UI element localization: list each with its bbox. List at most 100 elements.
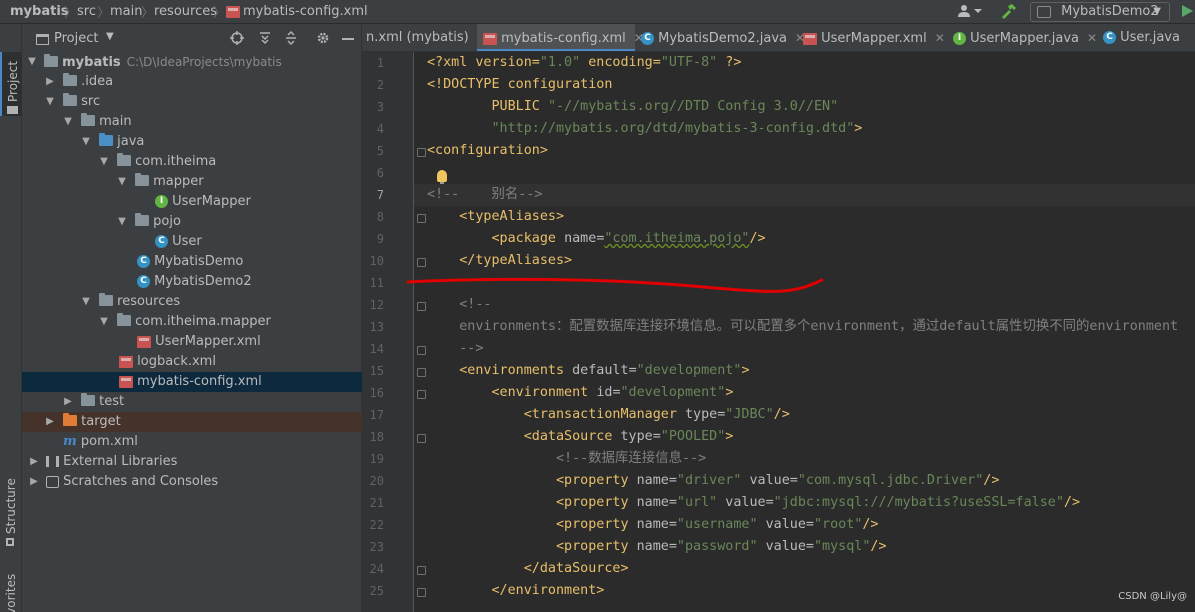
tab-module-xml[interactable]: n.xml (mybatis) [362, 24, 475, 51]
tree-item-mybatis-config-xml[interactable]: mybatis-config.xml [22, 372, 362, 392]
class-icon: C [1103, 31, 1116, 44]
tree-item-com-itheima-mapper[interactable]: ▼ com.itheima.mapper [22, 312, 362, 332]
close-icon[interactable]: ✕ [935, 31, 945, 45]
fold-marker-icon[interactable] [417, 368, 426, 377]
code-editor[interactable]: 1 2 3 4 5 6 7 8 9 10 11 12 13 14 15 16 17 18 19 20 21 22 23 24 2… [362, 52, 1195, 612]
user-menu-icon[interactable] [957, 3, 983, 21]
code-token: "url" [676, 495, 718, 510]
tab-usermapper-xml[interactable]: UserMapper.xml ✕ [797, 24, 947, 51]
code-token: "development" [636, 363, 742, 378]
chevron-down-icon: ▼ [28, 56, 36, 67]
tab-mybatisdemo2-java[interactable]: C MybatisDemo2.java ✕ [635, 24, 805, 51]
build-hammer-icon[interactable] [1000, 3, 1018, 21]
tree-item-mapper[interactable]: ▼ mapper [22, 172, 362, 192]
code-token: <transactionManager [427, 407, 685, 422]
code-token: /> [773, 407, 790, 422]
tree-label: target [81, 414, 121, 429]
tab-usermapper-java[interactable]: I UserMapper.java ✕ [947, 24, 1097, 51]
lightbulb-icon[interactable] [437, 170, 447, 185]
breadcrumb-resources[interactable]: resources [154, 3, 217, 21]
tree-node: External Libraries [46, 452, 177, 472]
line-number: 24 [369, 562, 384, 576]
tree-item-com-itheima[interactable]: ▼ com.itheima [22, 152, 362, 172]
tab-user-java[interactable]: C User.java [1097, 24, 1195, 51]
breadcrumb-mybatis[interactable]: mybatis [10, 3, 69, 21]
fold-marker-icon[interactable] [417, 588, 426, 597]
breadcrumb-separator-icon: 〉 [97, 6, 111, 21]
code-line-22: <property name="username" value="root"/> [427, 514, 879, 536]
code-token: /> [862, 517, 879, 532]
expand-all-icon[interactable] [258, 31, 272, 49]
project-panel: Project ▼ ▼ mybatis C:\D\IdeaProjects\myb… [22, 24, 362, 612]
close-icon[interactable]: ✕ [1087, 31, 1097, 45]
code-token: "JDBC" [725, 407, 774, 422]
red-annotation-underline [406, 277, 824, 293]
code-token: <environment [427, 385, 597, 400]
tree-item-usermapper-xml[interactable]: UserMapper.xml [22, 332, 362, 352]
code-line-10: </typeAliases> [427, 250, 572, 272]
view-selector-chevron-icon[interactable]: ▼ [106, 31, 114, 42]
structure-tool-label: Structure [4, 478, 18, 534]
gear-icon[interactable] [316, 31, 330, 49]
tree-label: resources [117, 294, 181, 309]
fold-marker-icon[interactable] [417, 148, 426, 157]
run-play-icon[interactable] [1180, 3, 1194, 21]
fold-marker-icon[interactable] [417, 214, 426, 223]
tree-item-user[interactable]: C User [22, 232, 362, 252]
tree-item-mybatisdemo[interactable]: C MybatisDemo [22, 252, 362, 272]
tree-item-target[interactable]: ▶ target [22, 412, 362, 432]
code-line-3: PUBLIC "-//mybatis.org//DTD Config 3.0//… [427, 96, 838, 118]
breadcrumb-mybatis-config[interactable]: mybatis-config.xml [243, 3, 368, 21]
line-number: 1 [376, 56, 384, 70]
tree-item-src[interactable]: ▼ src [22, 92, 362, 112]
tree-item-pom-xml[interactable]: m pom.xml [22, 432, 362, 452]
project-panel-title[interactable]: Project [54, 31, 98, 46]
tree-item-java[interactable]: ▼ java [22, 132, 362, 152]
tree-item-resources[interactable]: ▼ resources [22, 292, 362, 312]
locate-crosshair-icon[interactable] [230, 31, 244, 49]
line-number: 19 [369, 452, 384, 466]
tree-item-main[interactable]: ▼ main [22, 112, 362, 132]
tree-label: com.itheima [135, 154, 217, 169]
code-token: value [717, 495, 766, 510]
tree-label: java [117, 134, 145, 149]
tree-item-logback-xml[interactable]: logback.xml [22, 352, 362, 372]
tree-item-test[interactable]: ▶ test [22, 392, 362, 412]
code-token: > [725, 385, 734, 400]
tree-item-scratches[interactable]: ▶ Scratches and Consoles [22, 472, 362, 492]
code-token: </typeAliases> [427, 253, 573, 268]
tree-item-mybatis[interactable]: ▼ mybatis C:\D\IdeaProjects\mybatis [22, 52, 362, 72]
breadcrumb-main[interactable]: main [110, 3, 142, 21]
line-number: 9 [376, 232, 384, 246]
fold-marker-icon[interactable] [417, 434, 426, 443]
code-token: value [757, 517, 806, 532]
fold-marker-icon[interactable] [417, 258, 426, 267]
fold-marker-icon[interactable] [417, 346, 426, 355]
code-token: "development" [620, 385, 726, 400]
tree-item-pojo[interactable]: ▼ pojo [22, 212, 362, 232]
structure-tool-tab[interactable]: Structure [0, 474, 22, 554]
hide-panel-icon[interactable] [342, 38, 354, 40]
fold-marker-icon[interactable] [417, 390, 426, 399]
collapse-all-icon[interactable] [284, 30, 298, 49]
tree-node: com.itheima.mapper [117, 312, 271, 332]
code-token: id [596, 385, 613, 400]
tree-item-idea[interactable]: ▶ .idea [22, 72, 362, 92]
tree-item-external-libraries[interactable]: ▶ External Libraries [22, 452, 362, 472]
tree-item-mybatisdemo2[interactable]: C MybatisDemo2 [22, 272, 362, 292]
fold-marker-icon[interactable] [417, 566, 426, 575]
line-number: 23 [369, 540, 384, 554]
tree-node: I UserMapper [155, 192, 251, 212]
tree-item-usermapper[interactable]: I UserMapper [22, 192, 362, 212]
run-configuration-select[interactable]: MybatisDemo2 ▼ [1030, 2, 1170, 22]
code-line-23: <property name="password" value="mysql"/… [427, 536, 887, 558]
code-line-24: </dataSource> [427, 558, 629, 580]
code-token: "1.0" [539, 55, 581, 70]
project-tool-tab[interactable]: Project [0, 52, 22, 116]
line-number: 10 [369, 254, 384, 268]
breadcrumb-src[interactable]: src [77, 3, 96, 21]
tab-mybatis-config-xml[interactable]: mybatis-config.xml ✕ [477, 24, 644, 51]
favorites-tool-tab[interactable]: Favorites [0, 564, 22, 612]
code-token: "password" [676, 539, 758, 554]
